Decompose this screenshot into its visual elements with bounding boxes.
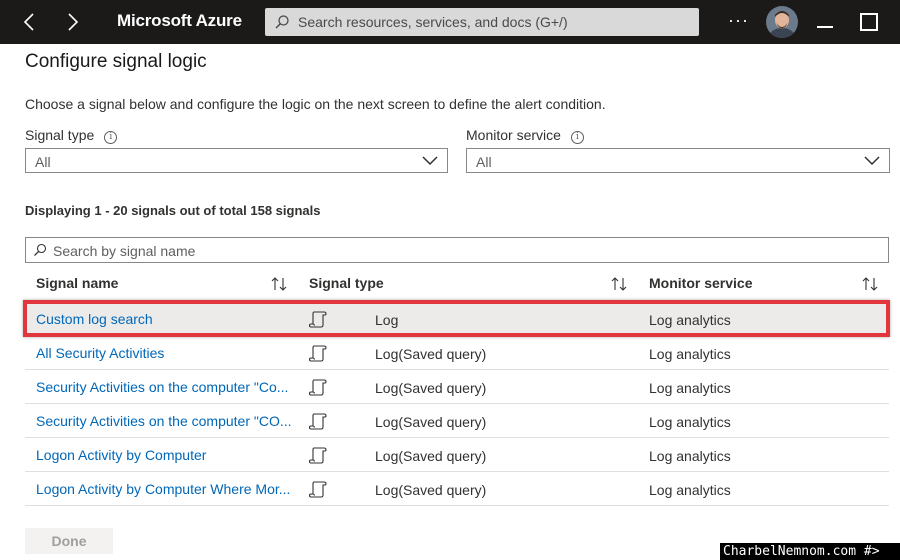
maximize-button[interactable] xyxy=(860,13,878,31)
signal-type-label-text: Signal type xyxy=(25,127,95,143)
column-header-signal-type[interactable]: Signal type xyxy=(309,275,384,291)
avatar[interactable] xyxy=(766,6,798,38)
sort-icon[interactable] xyxy=(610,276,628,292)
monitor-service-label-text: Monitor service xyxy=(466,127,561,143)
monitor-service-cell: Log analytics xyxy=(649,346,731,362)
chevron-right-icon xyxy=(68,13,79,31)
search-icon xyxy=(275,15,289,29)
signal-type-cell: Log(Saved query) xyxy=(375,448,487,464)
signal-type-label: Signal type i xyxy=(25,127,118,144)
signal-type-cell: Log xyxy=(375,312,399,328)
global-search-placeholder: Search resources, services, and docs (G+… xyxy=(298,14,568,30)
signal-type-cell: Log(Saved query) xyxy=(375,380,487,396)
signal-name-link[interactable]: Logon Activity by Computer Where Mor... xyxy=(36,481,300,497)
signal-name-link[interactable]: All Security Activities xyxy=(36,345,300,361)
chevron-down-icon xyxy=(864,156,880,166)
scroll-icon xyxy=(308,413,327,430)
done-button[interactable]: Done xyxy=(25,528,113,554)
scroll-icon xyxy=(308,311,327,328)
signal-name-link[interactable]: Custom log search xyxy=(36,311,300,327)
page-description: Choose a signal below and configure the … xyxy=(25,96,606,112)
table-row[interactable]: Security Activities on the computer "Co.… xyxy=(25,370,889,404)
signal-type-dropdown[interactable]: All xyxy=(25,148,448,173)
scroll-icon xyxy=(308,447,327,464)
table-row[interactable]: Logon Activity by Computer Log(Saved que… xyxy=(25,438,889,472)
back-button[interactable] xyxy=(16,8,44,36)
scroll-icon xyxy=(308,379,327,396)
table-header-divider xyxy=(25,300,889,301)
monitor-service-cell: Log analytics xyxy=(649,312,731,328)
monitor-service-dropdown[interactable]: All xyxy=(466,148,890,173)
column-header-monitor-service[interactable]: Monitor service xyxy=(649,275,752,291)
table-row[interactable]: Custom log search Log Log analytics xyxy=(25,302,889,336)
chevron-down-icon xyxy=(422,156,438,166)
sort-icon[interactable] xyxy=(861,276,879,292)
page-title: Configure signal logic xyxy=(25,51,207,72)
chevron-left-icon xyxy=(23,13,34,31)
scroll-icon xyxy=(308,345,327,362)
signal-name-link[interactable]: Logon Activity by Computer xyxy=(36,447,300,463)
info-icon[interactable]: i xyxy=(104,131,118,144)
monitor-service-cell: Log analytics xyxy=(649,482,731,498)
table-row[interactable]: Logon Activity by Computer Where Mor... … xyxy=(25,472,889,506)
column-header-signal-name[interactable]: Signal name xyxy=(36,275,118,291)
monitor-service-cell: Log analytics xyxy=(649,380,731,396)
more-options-button[interactable]: ··· xyxy=(728,10,749,31)
monitor-service-cell: Log analytics xyxy=(649,448,731,464)
signal-type-cell: Log(Saved query) xyxy=(375,346,487,362)
forward-button[interactable] xyxy=(58,8,86,36)
signal-type-cell: Log(Saved query) xyxy=(375,482,487,498)
signal-type-cell: Log(Saved query) xyxy=(375,414,487,430)
signal-name-link[interactable]: Security Activities on the computer "Co.… xyxy=(36,379,300,395)
watermark-text: CharbelNemnom.com #> xyxy=(720,543,900,560)
user-photo-icon xyxy=(766,6,798,38)
signal-search-placeholder: Search by signal name xyxy=(53,243,196,259)
signal-search-input[interactable]: Search by signal name xyxy=(25,237,889,263)
signal-count-text: Displaying 1 - 20 signals out of total 1… xyxy=(25,203,321,218)
monitor-service-label: Monitor service i xyxy=(466,127,584,144)
minimize-button[interactable] xyxy=(817,26,833,28)
top-bar: Microsoft Azure Search resources, servic… xyxy=(0,0,900,44)
monitor-service-value: All xyxy=(476,154,492,170)
portal-brand[interactable]: Microsoft Azure xyxy=(117,11,242,31)
signal-name-link[interactable]: Security Activities on the computer "CO.… xyxy=(36,413,300,429)
table-row[interactable]: Security Activities on the computer "CO.… xyxy=(25,404,889,438)
monitor-service-cell: Log analytics xyxy=(649,414,731,430)
info-icon[interactable]: i xyxy=(570,131,584,144)
scroll-icon xyxy=(308,481,327,498)
sort-icon[interactable] xyxy=(270,276,288,292)
global-search-input[interactable]: Search resources, services, and docs (G+… xyxy=(265,8,699,36)
table-row[interactable]: All Security Activities Log(Saved query)… xyxy=(25,336,889,370)
signal-type-value: All xyxy=(35,154,51,170)
search-icon xyxy=(34,243,47,256)
